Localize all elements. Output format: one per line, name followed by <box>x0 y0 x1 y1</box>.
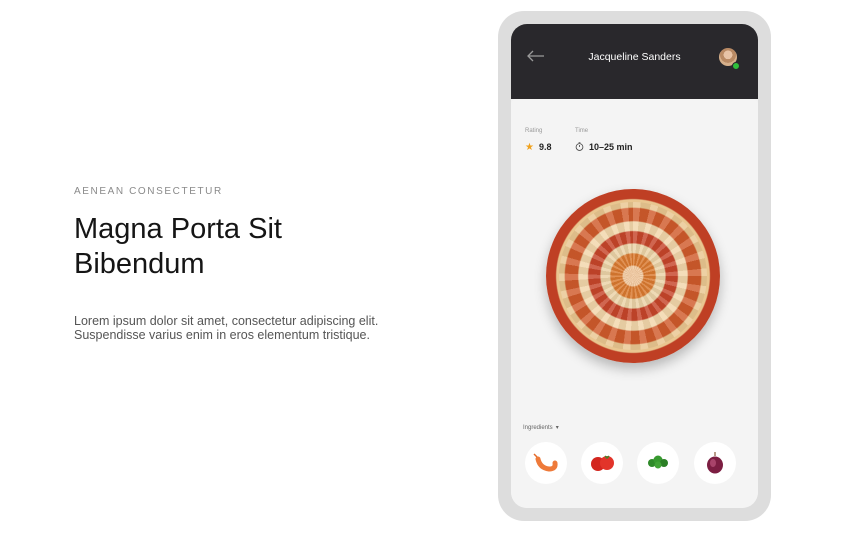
parsley-icon <box>648 455 668 469</box>
description-text: Lorem ipsum dolor sit amet, consectetur … <box>74 314 379 342</box>
page-title: Magna Porta Sit Bibendum <box>74 213 282 280</box>
time-label: Time <box>575 128 589 134</box>
app-header: Jacqueline Sanders <box>511 24 758 99</box>
ingredients-dropdown[interactable]: Ingredients ▾ <box>523 424 559 431</box>
rating-value: 9.8 <box>539 142 552 152</box>
time-value: 10–25 min <box>589 142 633 152</box>
phone-screen: Jacqueline Sanders Rating ★ 9.8 Time 10–… <box>511 24 758 508</box>
online-status-icon <box>732 62 740 70</box>
ingredient-shrimp[interactable] <box>525 442 567 484</box>
rating-label: Rating <box>525 128 543 134</box>
pasta-dish-image <box>546 189 720 363</box>
star-icon: ★ <box>525 142 534 153</box>
phone-mockup: Jacqueline Sanders Rating ★ 9.8 Time 10–… <box>498 11 771 521</box>
timer-icon <box>575 142 584 151</box>
shrimp-icon <box>533 453 558 472</box>
chevron-down-icon: ▾ <box>555 425 559 431</box>
tomato-icon <box>591 455 614 471</box>
eyebrow-label: AENEAN CONSECTETUR <box>74 186 223 197</box>
ingredient-red-onion[interactable] <box>694 442 736 484</box>
recipe-content: Rating ★ 9.8 Time 10–25 min Ingredients ▾ <box>511 99 758 508</box>
ingredient-parsley[interactable] <box>637 442 679 484</box>
ingredients-label: Ingredients <box>523 425 553 431</box>
ingredient-tomato[interactable] <box>581 442 623 484</box>
red-onion-icon <box>707 452 723 474</box>
